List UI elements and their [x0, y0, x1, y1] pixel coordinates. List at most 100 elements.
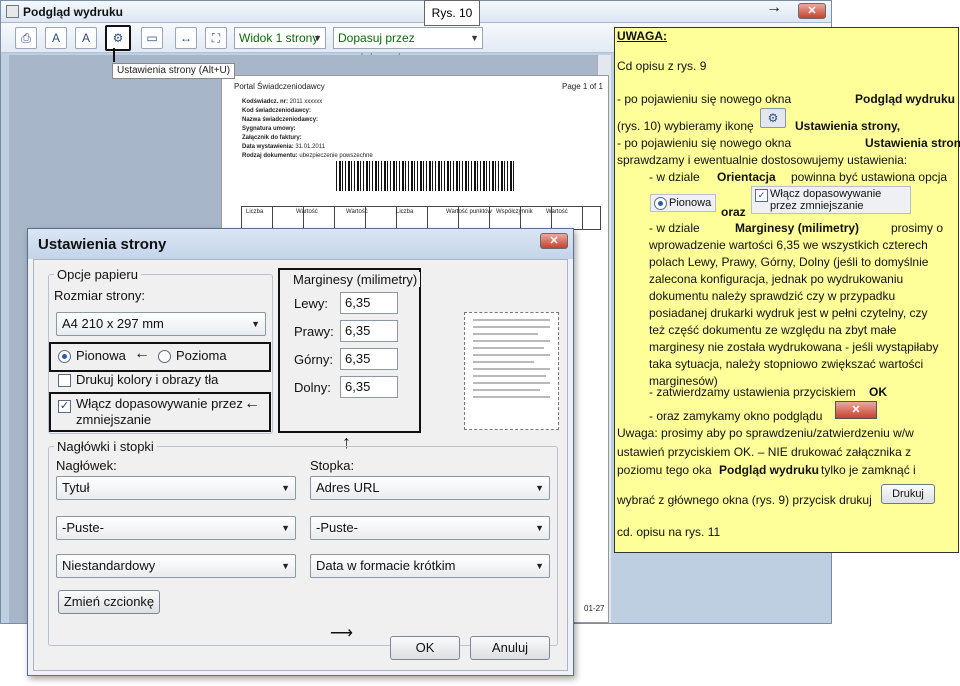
note-line: oraz [721, 205, 746, 219]
landscape-icon[interactable]: A [75, 27, 97, 49]
note-line: OK [869, 385, 887, 399]
header-select-3[interactable]: Niestandardowy ▼ [56, 554, 296, 578]
note-line: - zatwierdzamy ustawienia przyciskiem [649, 385, 856, 399]
footer-label: Stopka: [310, 458, 355, 473]
shrink-option-sample: ✓ Włącz dopasowywanie przez zmniejszanie [751, 186, 911, 214]
note-line: ustawień przyciskiem OK. – NIE drukować … [617, 445, 912, 459]
app-icon [6, 5, 19, 18]
note-line: Podgląd wydruku [719, 463, 820, 477]
close-button-sample: ✕ [835, 401, 877, 419]
portrait-arrow: ← [134, 345, 150, 362]
note-line: Cd opisu z rys. 9 [617, 59, 707, 73]
note-line: powinna być ustawiona opcja [791, 170, 948, 184]
header-select-1[interactable]: Tytuł ▼ [56, 476, 296, 500]
shrink-to-fit-label-1: Włącz dopasowywanie przez [76, 396, 243, 411]
note-line: Podgląd wydruku [855, 92, 956, 106]
note-line: (rys. 10) wybieramy ikonę [617, 119, 754, 133]
page-setup-tooltip: Ustawienia strony (Alt+U) [112, 63, 236, 79]
print-colors-checkbox[interactable] [58, 374, 71, 387]
top-margin-label: Górny: [294, 352, 334, 367]
page-table-header: Wartość punktów [446, 209, 492, 215]
page-size-select[interactable]: A4 210 x 297 mm ▼ [56, 312, 266, 336]
page-field-row: Kod świadczeniodawcy: [242, 107, 373, 116]
note-line: posiadanej drukarki wydruk jest w pełni … [649, 306, 928, 320]
page-field-row: Rodzaj dokumentu: ubezpieczenie powszech… [242, 152, 373, 161]
note-line: - po pojawieniu się nowego okna [617, 136, 792, 150]
header-footer-icon[interactable]: ▭ [141, 27, 163, 49]
page-table-header: Wartość [296, 209, 318, 215]
landscape-label: Pozioma [176, 348, 227, 363]
page-field-row: Załącznik do faktury: [242, 134, 373, 143]
portrait-radio[interactable] [58, 350, 71, 363]
bottom-margin-input[interactable]: 6,35 [340, 376, 398, 398]
page-table-header: Współczynnik [496, 209, 533, 215]
left-margin-input[interactable]: 6,35 [340, 292, 398, 314]
note-line: wprowadzenie wartości 6,35 we wszystkich… [649, 238, 928, 252]
page-table-header: Wartość [346, 209, 368, 215]
dialog-titlebar: Ustawienia strony [28, 229, 573, 259]
note-line: Marginesy (milimetry) [735, 221, 860, 235]
header-label: Nagłówek: [56, 458, 117, 473]
barcode [336, 161, 516, 191]
note-line: tylko je zamknąć i [821, 463, 916, 477]
fit-width-icon[interactable]: ↔ [175, 27, 197, 49]
portrait-option-sample: Pionowa [650, 194, 716, 212]
page-field-value: 2011 xxxxxx [289, 99, 323, 105]
page-field-value: ubezpieczenie powszechne [299, 153, 373, 159]
note-line: - po pojawieniu się nowego okna [617, 92, 792, 106]
page-size-label: Rozmiar strony: [54, 288, 146, 303]
page-field-row: Data wystawienia: 31.01.2011 [242, 143, 373, 152]
ok-arrow: ⟶ [330, 625, 353, 642]
header-select-2[interactable]: -Puste- ▼ [56, 516, 296, 540]
note-line: marginesy nie została wydrukowana - jeśl… [649, 340, 939, 354]
page-footer: 01-27 [584, 604, 605, 613]
shrink-arrow: ← [244, 395, 260, 412]
note-line: - oraz zamykamy okno podglądu [649, 409, 823, 423]
page-field-label: Nazwa świadczeniodawcy: [242, 117, 319, 123]
print-colors-label: Drukuj kolory i obrazy tła [76, 372, 219, 387]
dialog-title: Ustawienia strony [38, 236, 167, 253]
preview-close-button[interactable]: ✕ [798, 3, 826, 19]
note-line: zalecona konfiguracja, jednak po wydruko… [649, 272, 904, 286]
page-field-row: Sygnatura umowy: [242, 125, 373, 134]
instruction-note: UWAGA: Cd opisu z rys. 9 - po pojawieniu… [614, 27, 960, 553]
page-table-header: Wartość [546, 209, 568, 215]
left-margin-label: Lewy: [294, 296, 328, 311]
footer-select-2[interactable]: -Puste- ▼ [310, 516, 550, 540]
note-line: dokumentu należy sprawdzić czy w przypad… [649, 289, 896, 303]
note-line: taka sytuacja, należy stopniowo zwiększa… [649, 357, 924, 371]
printer-icon[interactable]: ⎙ [15, 27, 37, 49]
landscape-radio[interactable] [158, 350, 171, 363]
page-header-left: Portal Świadczeniodawcy [234, 82, 325, 91]
page-field-label: Kodświadcz. nr: [242, 99, 290, 105]
close-arrow: → [766, 0, 782, 16]
top-margin-input[interactable]: 6,35 [340, 348, 398, 370]
shrink-to-fit-checkbox[interactable]: ✓ [58, 400, 71, 413]
page-thumbnail [464, 312, 559, 430]
ok-button[interactable]: OK [390, 636, 460, 660]
footer-select-1[interactable]: Adres URL ▼ [310, 476, 550, 500]
view-select[interactable]: Widok 1 strony ▼ [234, 27, 326, 49]
fullscreen-icon[interactable]: ⛶ [205, 27, 227, 49]
page-setup-icon[interactable]: ⚙ [105, 25, 131, 51]
footer-select-3[interactable]: Data w formacie krótkim ▼ [310, 554, 550, 578]
portrait-label: Pionowa [76, 348, 126, 363]
preview-title: Podgląd wydruku [23, 5, 124, 19]
dialog-close-button[interactable]: ✕ [540, 233, 568, 249]
note-heading: UWAGA: [617, 29, 667, 43]
page-field-label: Załącznik do faktury: [242, 135, 302, 141]
cancel-button[interactable]: Anuluj [470, 636, 550, 660]
page-field-label: Sygnatura umowy: [242, 126, 296, 132]
change-font-button[interactable]: Zmień czcionkę [58, 590, 160, 614]
right-margin-input[interactable]: 6,35 [340, 320, 398, 342]
paper-options-legend: Opcje papieru [54, 267, 141, 282]
page-field-row: Nazwa świadczeniodawcy: [242, 116, 373, 125]
checkbox-icon: ✓ [755, 189, 768, 202]
note-line: sprawdzamy i ewentualnie dostosowujemy u… [617, 153, 908, 167]
page-field-label: Data wystawienia: [242, 144, 296, 150]
tooltip-arrow [113, 48, 115, 62]
headers-footers-legend: Nagłówki i stopki [54, 439, 157, 454]
fit-select[interactable]: Dopasuj przez zmniejszenie▼ [333, 27, 483, 65]
portrait-icon[interactable]: A [45, 27, 67, 49]
dialog-body: Opcje papieru Rozmiar strony: A4 210 x 2… [33, 259, 568, 671]
